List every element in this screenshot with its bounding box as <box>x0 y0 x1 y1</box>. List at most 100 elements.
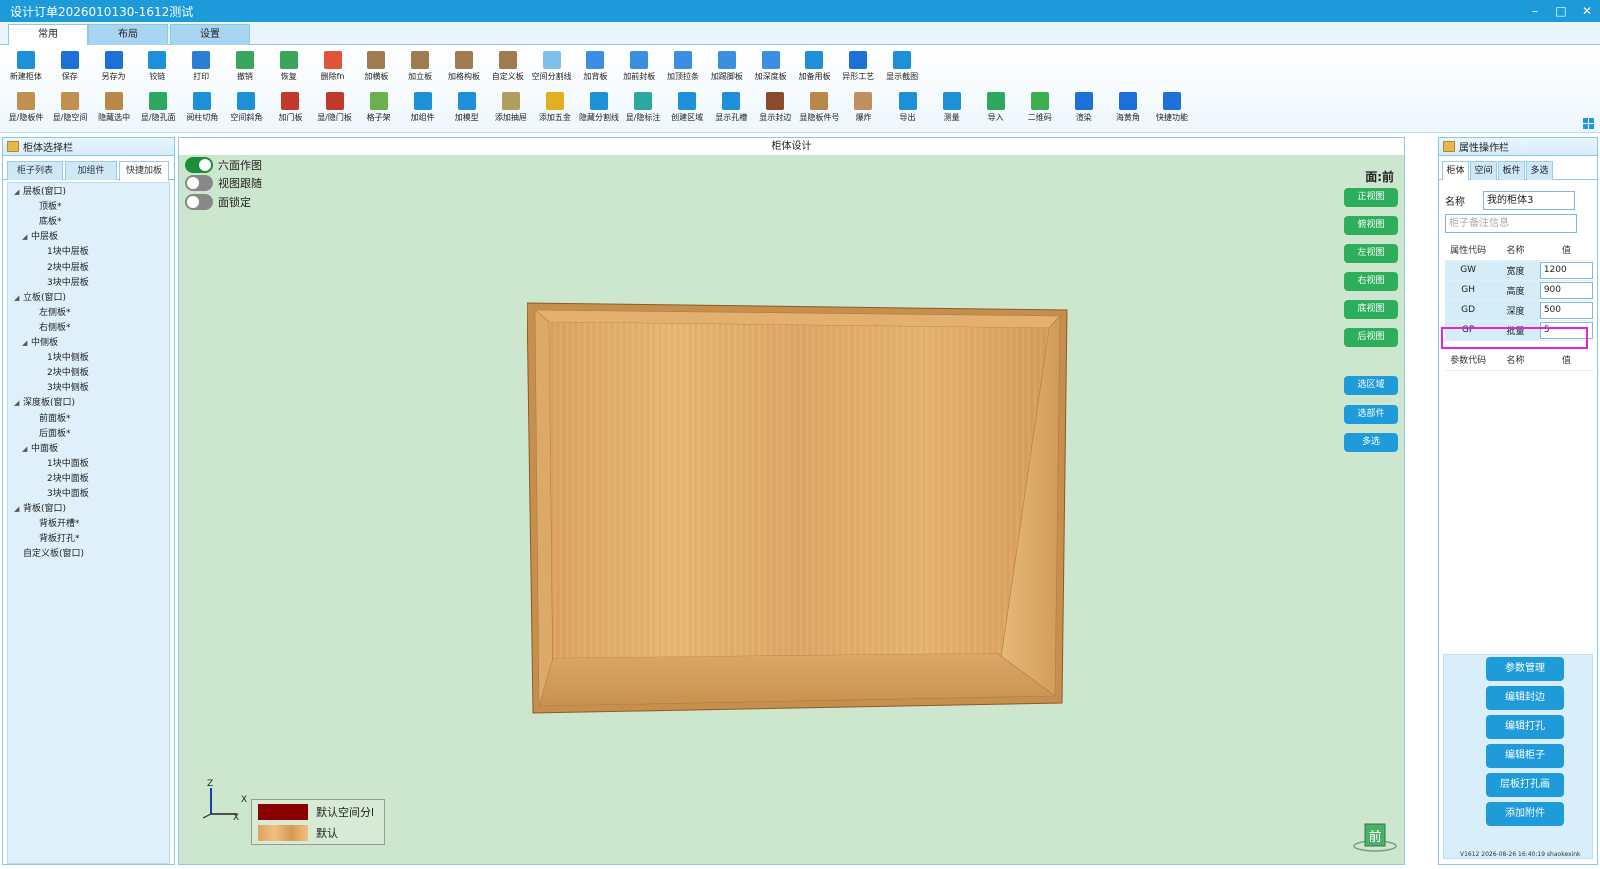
toolbar-button-add-spare-board[interactable]: 加备用板 <box>793 49 837 91</box>
add-attachment-button[interactable]: 添加附件 <box>1486 802 1564 826</box>
tab-multi[interactable]: 多选 <box>1526 161 1553 180</box>
tree-node[interactable]: 前面板* <box>30 412 71 426</box>
toolbar-button-toggle-space[interactable]: 显/隐空间 <box>48 90 92 132</box>
cabinet-note-input[interactable]: 柜子备注信息 <box>1445 214 1577 233</box>
depth-value-input[interactable]: 500 <box>1539 301 1593 319</box>
table-row[interactable]: GW 宽度 1200 <box>1445 260 1593 281</box>
tree-node[interactable]: 3块中面板 <box>38 487 89 501</box>
toggle-switch[interactable] <box>185 157 213 173</box>
cabinet-3d-model[interactable] <box>527 298 1077 718</box>
parameter-manage-button[interactable]: 参数管理 <box>1486 657 1564 681</box>
tree-node[interactable]: 1块中面板 <box>38 457 89 471</box>
toolbar-button-measure[interactable]: 测量 <box>930 90 974 132</box>
tree-node[interactable]: ◢ 层板(窗口) <box>14 185 66 199</box>
toggle-view-follow[interactable]: 视图跟随 <box>185 174 262 192</box>
top-view-button[interactable]: 俯视图 <box>1344 216 1398 235</box>
toggle-switch[interactable] <box>185 194 213 210</box>
tree-node[interactable]: 自定义板(窗口) <box>14 547 84 561</box>
toggle-six-face[interactable]: 六面作图 <box>185 156 262 174</box>
tree-node[interactable]: ◢ 立板(窗口) <box>14 291 66 305</box>
tree-node[interactable]: 1块中侧板 <box>38 351 89 365</box>
toolbar-button-create-region[interactable]: 创建区域 <box>665 90 709 132</box>
multi-select-button[interactable]: 多选 <box>1344 433 1398 452</box>
batch-value-input[interactable]: 5 <box>1539 321 1593 339</box>
tab-add-component[interactable]: 加组件 <box>65 161 117 180</box>
expand-arrow-icon[interactable]: ◢ <box>22 230 31 244</box>
select-region-button[interactable]: 选区域 <box>1344 376 1398 395</box>
tab-panel[interactable]: 板件 <box>1498 161 1525 180</box>
toolbar-button-show-edge[interactable]: 显示封边 <box>753 90 797 132</box>
toolbar-button-show-holes[interactable]: 显示孔槽 <box>709 90 753 132</box>
toolbar-button-grid-rack[interactable]: 格子架 <box>357 90 401 132</box>
tab-settings[interactable]: 设置 <box>170 24 250 45</box>
shelf-drilling-button[interactable]: 层板打孔画 <box>1486 773 1564 797</box>
cabinet-design-canvas[interactable]: 柜体设计 六面作图 视图跟随 面锁定 面:前 正视图 俯视图 左视图 右视图 底… <box>178 137 1405 865</box>
toolbar-button-quick-function[interactable]: 快捷功能 <box>1150 90 1194 132</box>
toolbar-button-save[interactable]: 保存 <box>48 49 92 91</box>
back-view-button[interactable]: 后视图 <box>1344 328 1398 347</box>
expand-arrow-icon[interactable]: ◢ <box>14 396 23 410</box>
bottom-view-button[interactable]: 底视图 <box>1344 300 1398 319</box>
toolbar-button-toggle-panel-number[interactable]: 显隐板件号 <box>797 90 841 132</box>
tree-node[interactable]: 底板* <box>30 215 62 229</box>
toolbar-button-add-model[interactable]: 加模型 <box>445 90 489 132</box>
edit-drilling-button[interactable]: 编辑打孔 <box>1486 715 1564 739</box>
tree-node[interactable]: ◢ 中面板 <box>22 442 58 456</box>
toolbar-button-save-as[interactable]: 另存为 <box>92 49 136 91</box>
toolbar-button-add-vertical-board[interactable]: 加立板 <box>398 49 442 91</box>
tree-node[interactable]: 右侧板* <box>30 321 71 335</box>
toolbar-button-custom-board[interactable]: 自定义板 <box>486 49 530 91</box>
toolbar-button-render[interactable]: 渲染 <box>1062 90 1106 132</box>
tab-space[interactable]: 空间 <box>1470 161 1497 180</box>
toolbar-button-explode[interactable]: 爆炸 <box>841 90 885 132</box>
toolbar-button-corner[interactable]: 海黄角 <box>1106 90 1150 132</box>
tree-node[interactable]: 3块中层板 <box>38 276 89 290</box>
cabinet-back-panel[interactable] <box>549 322 1049 658</box>
tab-common[interactable]: 常用 <box>8 24 88 46</box>
tree-node[interactable]: 3块中侧板 <box>38 381 89 395</box>
tree-node[interactable]: ◢ 中层板 <box>22 230 58 244</box>
toolbar-button-add-front-seal[interactable]: 加前封板 <box>617 49 661 91</box>
toolbar-button-add-back-board[interactable]: 加背板 <box>574 49 618 91</box>
left-view-button[interactable]: 左视图 <box>1344 244 1398 263</box>
toolbar-button-hide-divider[interactable]: 隐藏分割线 <box>577 90 621 132</box>
tab-cabinet[interactable]: 柜体 <box>1442 161 1469 180</box>
width-value-input[interactable]: 1200 <box>1539 261 1593 279</box>
close-button[interactable]: ✕ <box>1574 0 1600 22</box>
tree-node[interactable]: 后面板* <box>30 427 71 441</box>
toolbar-button-add-hardware[interactable]: 添加五金 <box>533 90 577 132</box>
expand-arrow-icon[interactable]: ◢ <box>22 336 31 350</box>
expand-arrow-icon[interactable]: ◢ <box>14 502 23 516</box>
toolbar-button-qrcode[interactable]: 二维码 <box>1018 90 1062 132</box>
tree-node[interactable]: 左侧板* <box>30 306 71 320</box>
view-cube-icon[interactable]: 前 <box>1352 822 1398 854</box>
toolbar-button-toggle-annotation[interactable]: 显/隐标注 <box>621 90 665 132</box>
toolbar-button-show-screenshot[interactable]: 显示截图 <box>880 49 924 91</box>
tree-node[interactable]: 2块中侧板 <box>38 366 89 380</box>
tree-node[interactable]: 1块中层板 <box>38 245 89 259</box>
toolbar-button-undo[interactable]: 撤销 <box>223 49 267 91</box>
tree-node[interactable]: 2块中层板 <box>38 261 89 275</box>
toolbar-button-hinge[interactable]: 铰链 <box>135 49 179 91</box>
select-part-button[interactable]: 选部件 <box>1344 405 1398 424</box>
toggle-face-lock[interactable]: 面锁定 <box>185 193 251 211</box>
tab-layout[interactable]: 布局 <box>88 24 168 45</box>
toolbar-button-add-grid-board[interactable]: 加格构板 <box>442 49 486 91</box>
tree-node[interactable]: ◢ 深度板(窗口) <box>14 396 75 410</box>
minimize-button[interactable]: – <box>1522 0 1548 22</box>
toolbar-button-special-craft[interactable]: 异形工艺 <box>836 49 880 91</box>
toolbar-button-new-cabinet[interactable]: 新建柜体 <box>4 49 48 91</box>
toolbar-button-space-bevel[interactable]: 空间斜角 <box>224 90 268 132</box>
table-row[interactable]: GH 高度 900 <box>1445 280 1593 301</box>
toolbar-button-export[interactable]: 导出 <box>885 90 929 132</box>
front-view-button[interactable]: 正视图 <box>1344 188 1398 207</box>
table-row[interactable]: GD 深度 500 <box>1445 300 1593 321</box>
expand-arrow-icon[interactable]: ◢ <box>14 185 23 199</box>
toolbar-button-column-chamfer[interactable]: 阅柱切角 <box>180 90 224 132</box>
expand-arrow-icon[interactable]: ◢ <box>22 442 31 456</box>
maximize-button[interactable]: □ <box>1548 0 1574 22</box>
toolbar-button-add-door[interactable]: 加门板 <box>268 90 312 132</box>
toolbar-button-toggle-panels[interactable]: 显/隐板件 <box>4 90 48 132</box>
toolbar-button-print[interactable]: 打印 <box>179 49 223 91</box>
tree-node[interactable]: ◢ 背板(窗口) <box>14 502 66 516</box>
